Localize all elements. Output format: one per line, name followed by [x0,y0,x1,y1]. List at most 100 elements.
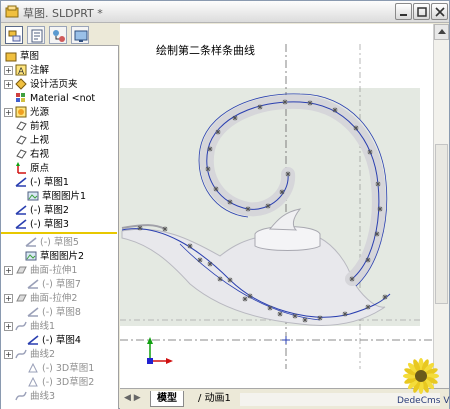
tab-configuration-manager[interactable] [49,26,67,44]
spline-point[interactable] [217,276,223,282]
spline-point[interactable] [207,146,213,152]
tree-item-label: 右视 [30,149,50,160]
spline-point[interactable] [213,186,219,192]
spline-point[interactable] [302,317,308,323]
spline-point[interactable] [279,189,285,195]
spline-point[interactable] [332,107,338,113]
tree-item[interactable]: (-) 3D草图2 [1,376,117,389]
tree-item[interactable]: + 曲线1 [1,320,117,333]
tree-item[interactable]: 原点 [1,162,117,175]
plane-icon [16,121,27,131]
tree-item[interactable]: (-) 草图3 [1,218,117,231]
tree-item-label: 曲线3 [30,391,56,402]
spline-point[interactable] [162,226,168,232]
scroll-thumb[interactable] [435,144,448,304]
spline-point[interactable] [197,257,203,263]
tree-item[interactable]: 草图 [1,50,117,63]
tab-animation[interactable]: / 动画1 [192,391,237,407]
sketch-icon [27,335,39,345]
graphics-area[interactable]: 绘制第二条样条曲线 [120,24,433,388]
tree-item[interactable]: + 光源 [1,106,117,119]
expand-icon[interactable]: + [4,266,13,275]
tree-item[interactable]: + A 注解 [1,64,117,77]
spline-point[interactable] [365,257,371,263]
vertical-scrollbar[interactable] [433,24,449,388]
tree-item[interactable]: (-) 草图1 [1,176,117,189]
expand-icon[interactable]: + [4,350,13,359]
sketch-icon [25,237,37,247]
horizontal-scrollbar[interactable] [240,393,440,406]
tree-item[interactable]: + 曲面-拉伸1 [1,264,117,277]
tree-item[interactable]: 右视 [1,148,117,161]
spline-point[interactable] [215,129,221,135]
spline-point[interactable] [265,203,271,209]
spline-point[interactable] [377,206,383,212]
tree-item[interactable]: 上视 [1,134,117,147]
spline-point[interactable] [349,276,355,282]
spline-point[interactable] [292,313,298,319]
spline-point[interactable] [207,261,213,267]
spline-point[interactable] [367,149,373,155]
spline-point[interactable] [267,305,273,311]
tree-item[interactable]: + 曲面-拉伸2 [1,292,117,305]
spline-point[interactable] [375,181,381,187]
spline-point[interactable] [242,296,248,302]
expand-icon[interactable]: + [4,294,13,303]
expand-icon[interactable]: + [4,66,13,75]
surface-extrude-icon [16,266,27,274]
spline-point[interactable] [365,304,371,310]
spline-point[interactable] [282,99,288,105]
spline-point[interactable] [277,311,283,317]
tree-item[interactable]: + 设计活页夹 [1,78,117,91]
tree-item[interactable]: Material <not [1,92,117,105]
spline-point[interactable] [227,277,233,283]
arrow-up-icon [438,29,446,34]
part-icon [5,52,17,62]
spline-point[interactable] [307,100,313,106]
spline-point[interactable] [247,293,253,299]
expand-icon[interactable]: + [4,322,13,331]
tree-item[interactable]: (-) 草图7 [1,278,117,291]
feature-manager-pane: 草图 + A 注解 + 设计活页夹 Material <not + 光源 前视 上视 右视 原点 (-) … [1,24,119,409]
spline-point[interactable] [382,294,388,300]
tree-item[interactable]: 草图图片2 [1,250,117,263]
spline-point[interactable] [285,171,291,177]
tree-item[interactable]: (-) 草图4 [1,334,117,347]
spline-point[interactable] [205,166,211,172]
tab-nav-arrows-icon[interactable]: ◀ ▶ [124,393,141,403]
tree-item-label: 上视 [30,135,50,146]
tree-item[interactable]: (-) 草图8 [1,306,117,319]
rollback-bar[interactable] [1,232,117,234]
tree-item[interactable]: (-) 草图5 [1,236,117,249]
tree-item[interactable]: 草图图片1 [1,190,117,203]
tab-property-manager[interactable] [27,26,45,44]
tree-item[interactable]: (-) 草图2 [1,204,117,217]
tree-item[interactable]: (-) 3D草图1 [1,362,117,375]
maximize-button[interactable] [413,3,430,20]
spline-point[interactable] [137,225,143,231]
minimize-icon [400,14,407,16]
maximize-icon [417,7,427,17]
tab-model[interactable]: 模型 [150,391,184,407]
surface-extrude-icon [16,294,27,302]
scroll-up-button[interactable] [434,24,449,40]
spline-point[interactable] [353,125,359,131]
spline-point[interactable] [232,115,238,121]
spline-point[interactable] [342,311,348,317]
minimize-button[interactable] [395,3,412,20]
title-bar: 草图. SLDPRT * [1,1,449,23]
tab-feature-manager[interactable] [5,26,23,44]
spline-point[interactable] [227,199,233,205]
spline-point[interactable] [317,315,323,321]
spline-point[interactable] [187,243,193,249]
tree-item[interactable]: 前视 [1,120,117,133]
tree-item[interactable]: 曲线3 [1,390,117,403]
tree-item[interactable]: + 曲线2 [1,348,117,361]
tab-display-manager[interactable] [71,26,89,44]
spline-point[interactable] [257,104,263,110]
spline-point[interactable] [245,206,251,212]
expand-icon[interactable]: + [4,80,13,89]
spline-point[interactable] [374,231,380,237]
expand-icon[interactable]: + [4,108,13,117]
close-button[interactable] [431,3,448,20]
